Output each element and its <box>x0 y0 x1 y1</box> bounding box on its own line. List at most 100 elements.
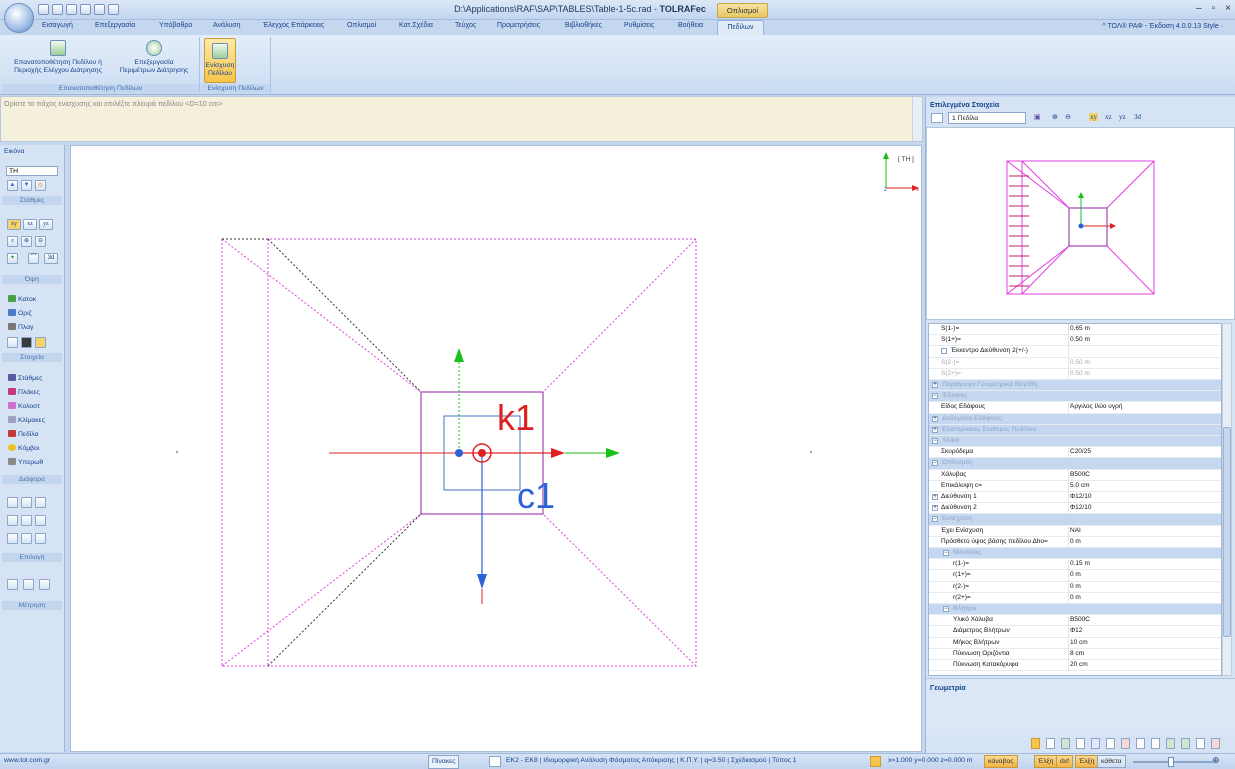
status-url[interactable]: www.tol.com.gr <box>4 757 50 764</box>
minimize-icon[interactable]: – <box>1196 3 1202 14</box>
maximize-icon[interactable]: ▫ <box>1212 3 1216 14</box>
expand-toggle-icon[interactable]: + <box>932 505 938 512</box>
zoom-out-icon[interactable]: ⊖ <box>35 236 46 247</box>
select-none-icon[interactable] <box>21 533 32 544</box>
tables-dropdown[interactable]: Πίνακες <box>428 755 460 769</box>
expand-toggle-icon[interactable]: − <box>943 550 949 556</box>
zoom-in-icon[interactable]: ⊕ <box>1212 755 1220 766</box>
element-levels[interactable]: Στάθμες <box>8 374 42 382</box>
property-value[interactable]: 8 cm <box>1070 649 1084 659</box>
view-3d-button[interactable]: 3d <box>44 253 58 264</box>
export-icon[interactable] <box>1136 738 1145 749</box>
dxf-toggle-button[interactable]: dxf <box>1056 755 1074 768</box>
property-value[interactable]: 0.65 m <box>1070 324 1090 334</box>
image-icon[interactable]: ▣ <box>1034 113 1041 121</box>
snap-toggle-button[interactable]: Έλξη <box>1034 755 1058 768</box>
tab-footings[interactable]: Πεδίλων <box>717 20 764 35</box>
element-columns[interactable]: Κολοστ <box>8 402 40 410</box>
level-settings-icon[interactable]: ◎ <box>35 180 46 191</box>
property-row[interactable]: S(2-)= 0.50 m <box>929 357 1221 369</box>
table-icon[interactable] <box>1061 738 1070 749</box>
preview-3d-button[interactable]: 3d <box>1134 113 1141 121</box>
property-row[interactable]: Πύκνωση Κατακόρυφα 20 cm <box>929 660 1221 672</box>
select-all-icon[interactable] <box>7 533 18 544</box>
property-value[interactable]: 0 m <box>1070 570 1081 580</box>
element-stairs[interactable]: Κλίμακες <box>8 416 45 424</box>
tab-insert[interactable]: Εισαγωγή <box>42 22 73 29</box>
property-value[interactable]: 0.50 m <box>1070 335 1090 345</box>
property-row[interactable]: Είδος Εδάφους Άργιλος Ιλύο υγρή <box>929 402 1221 414</box>
property-row[interactable]: r(1-)= 0.15 m <box>929 559 1221 571</box>
column-center-point[interactable] <box>455 449 463 457</box>
property-row[interactable]: r(2+)= 0 m <box>929 592 1221 604</box>
split-view-icon[interactable] <box>1181 738 1190 749</box>
select-window-icon[interactable] <box>35 515 46 526</box>
color-mode-icon[interactable] <box>21 337 32 348</box>
element-lintels[interactable]: Υπερωθ <box>8 458 43 466</box>
grid-toggle-button[interactable]: κάναβος <box>984 755 1018 768</box>
property-row[interactable]: − Οπλισμός <box>929 458 1221 470</box>
render-icon[interactable]: ✦ <box>7 253 18 264</box>
property-row[interactable]: − Έδαφος <box>929 391 1221 403</box>
zoom-out-icon[interactable]: ⊖ <box>1065 113 1071 121</box>
lock-icon[interactable] <box>870 756 881 767</box>
view-item-horizontal[interactable]: Οριζ <box>8 309 32 317</box>
reposition-footing-button[interactable]: Επανατοποθέτηση Πεδίλου ή Περιοχής Ελέγχ… <box>4 40 112 75</box>
section-elements[interactable]: Στοιχεία <box>2 353 62 362</box>
redo-icon[interactable] <box>108 4 119 15</box>
element-footings[interactable]: Πεδίλα <box>8 430 38 438</box>
edit-perimeters-button[interactable]: Επεξεργασία Περιμέτρων Διάτρησης <box>110 40 198 75</box>
section-view[interactable]: Όψη <box>2 275 62 284</box>
grid-icon[interactable] <box>7 337 18 348</box>
property-row[interactable]: − Βλήτρα <box>929 604 1221 616</box>
element-preview[interactable] <box>926 127 1235 320</box>
property-value[interactable]: 0 m <box>1070 537 1081 547</box>
element-slabs[interactable]: Πλάκες <box>8 388 40 396</box>
property-value[interactable]: C20/25 <box>1070 447 1091 457</box>
zoom-in-icon[interactable]: ⊕ <box>21 236 32 247</box>
expand-toggle-icon[interactable]: − <box>932 438 938 444</box>
expand-toggle-icon[interactable]: − <box>932 393 938 400</box>
measure-area-icon[interactable] <box>39 579 50 590</box>
prompt-scrollbar[interactable] <box>912 97 922 141</box>
property-value[interactable]: 0.50 m <box>1070 358 1090 368</box>
context-tab-reinforcement[interactable]: Οπλισμοί <box>717 3 768 18</box>
property-row[interactable]: − Ενίσχυση <box>929 514 1221 526</box>
expand-toggle-icon[interactable]: − <box>943 606 949 612</box>
property-value[interactable]: 20 cm <box>1070 660 1088 670</box>
selection-list-icon[interactable] <box>931 113 943 123</box>
property-row[interactable]: S(1+)= 0.50 m <box>929 335 1221 347</box>
section-misc[interactable]: Διάφορα <box>2 475 62 484</box>
property-row[interactable]: Έχει Ενίσχυση ΝΑΙ <box>929 525 1221 537</box>
axes-icon[interactable] <box>35 337 46 348</box>
property-value[interactable]: Άργιλος Ιλύο υγρή <box>1070 402 1122 412</box>
list-icon[interactable] <box>1106 738 1115 749</box>
property-row[interactable]: S(1-)= 0.65 m <box>929 324 1221 336</box>
view-xy-button[interactable]: xy <box>7 219 21 230</box>
property-value[interactable]: 5.0 cm <box>1070 481 1090 491</box>
property-row[interactable]: + Διεύθυνση 1 Φ12/10 <box>929 492 1221 504</box>
property-value[interactable]: 0 m <box>1070 593 1081 603</box>
new-file-icon[interactable] <box>38 4 49 15</box>
property-value[interactable]: 0.50 m <box>1070 369 1090 379</box>
property-row[interactable]: Έκκεντρο Διεύθυνση 2(+/-) <box>929 346 1221 358</box>
open-folder-icon[interactable] <box>52 4 63 15</box>
property-row[interactable]: Επικάλυψη c= 5.0 cm <box>929 480 1221 492</box>
select-grid-icon[interactable] <box>7 515 18 526</box>
property-grid-scroll-thumb[interactable] <box>1223 427 1231 637</box>
application-menu-button[interactable] <box>4 3 34 33</box>
view-yz-button[interactable]: yz <box>39 219 53 230</box>
perspective-icon[interactable]: ⌒ <box>28 253 39 264</box>
view-select[interactable]: TH <box>6 166 58 176</box>
measure-distance-icon[interactable] <box>7 579 18 590</box>
property-row[interactable]: Χάλυβας B500C <box>929 469 1221 481</box>
property-value[interactable]: ΝΑΙ <box>1070 526 1081 536</box>
element-nodes[interactable]: Κόμβοι <box>8 444 39 452</box>
undo-icon[interactable] <box>94 4 105 15</box>
preview-yz-button[interactable]: yz <box>1119 113 1126 121</box>
section-measurement[interactable]: Μέτρηση <box>2 601 62 610</box>
property-row[interactable]: + Παράγωγα Γεωμετρικά Μεγέθη <box>929 380 1221 392</box>
level-down-icon[interactable]: ▼ <box>21 180 32 191</box>
property-value[interactable]: Φ12 <box>1070 626 1082 636</box>
layers-icon[interactable] <box>1046 738 1055 749</box>
